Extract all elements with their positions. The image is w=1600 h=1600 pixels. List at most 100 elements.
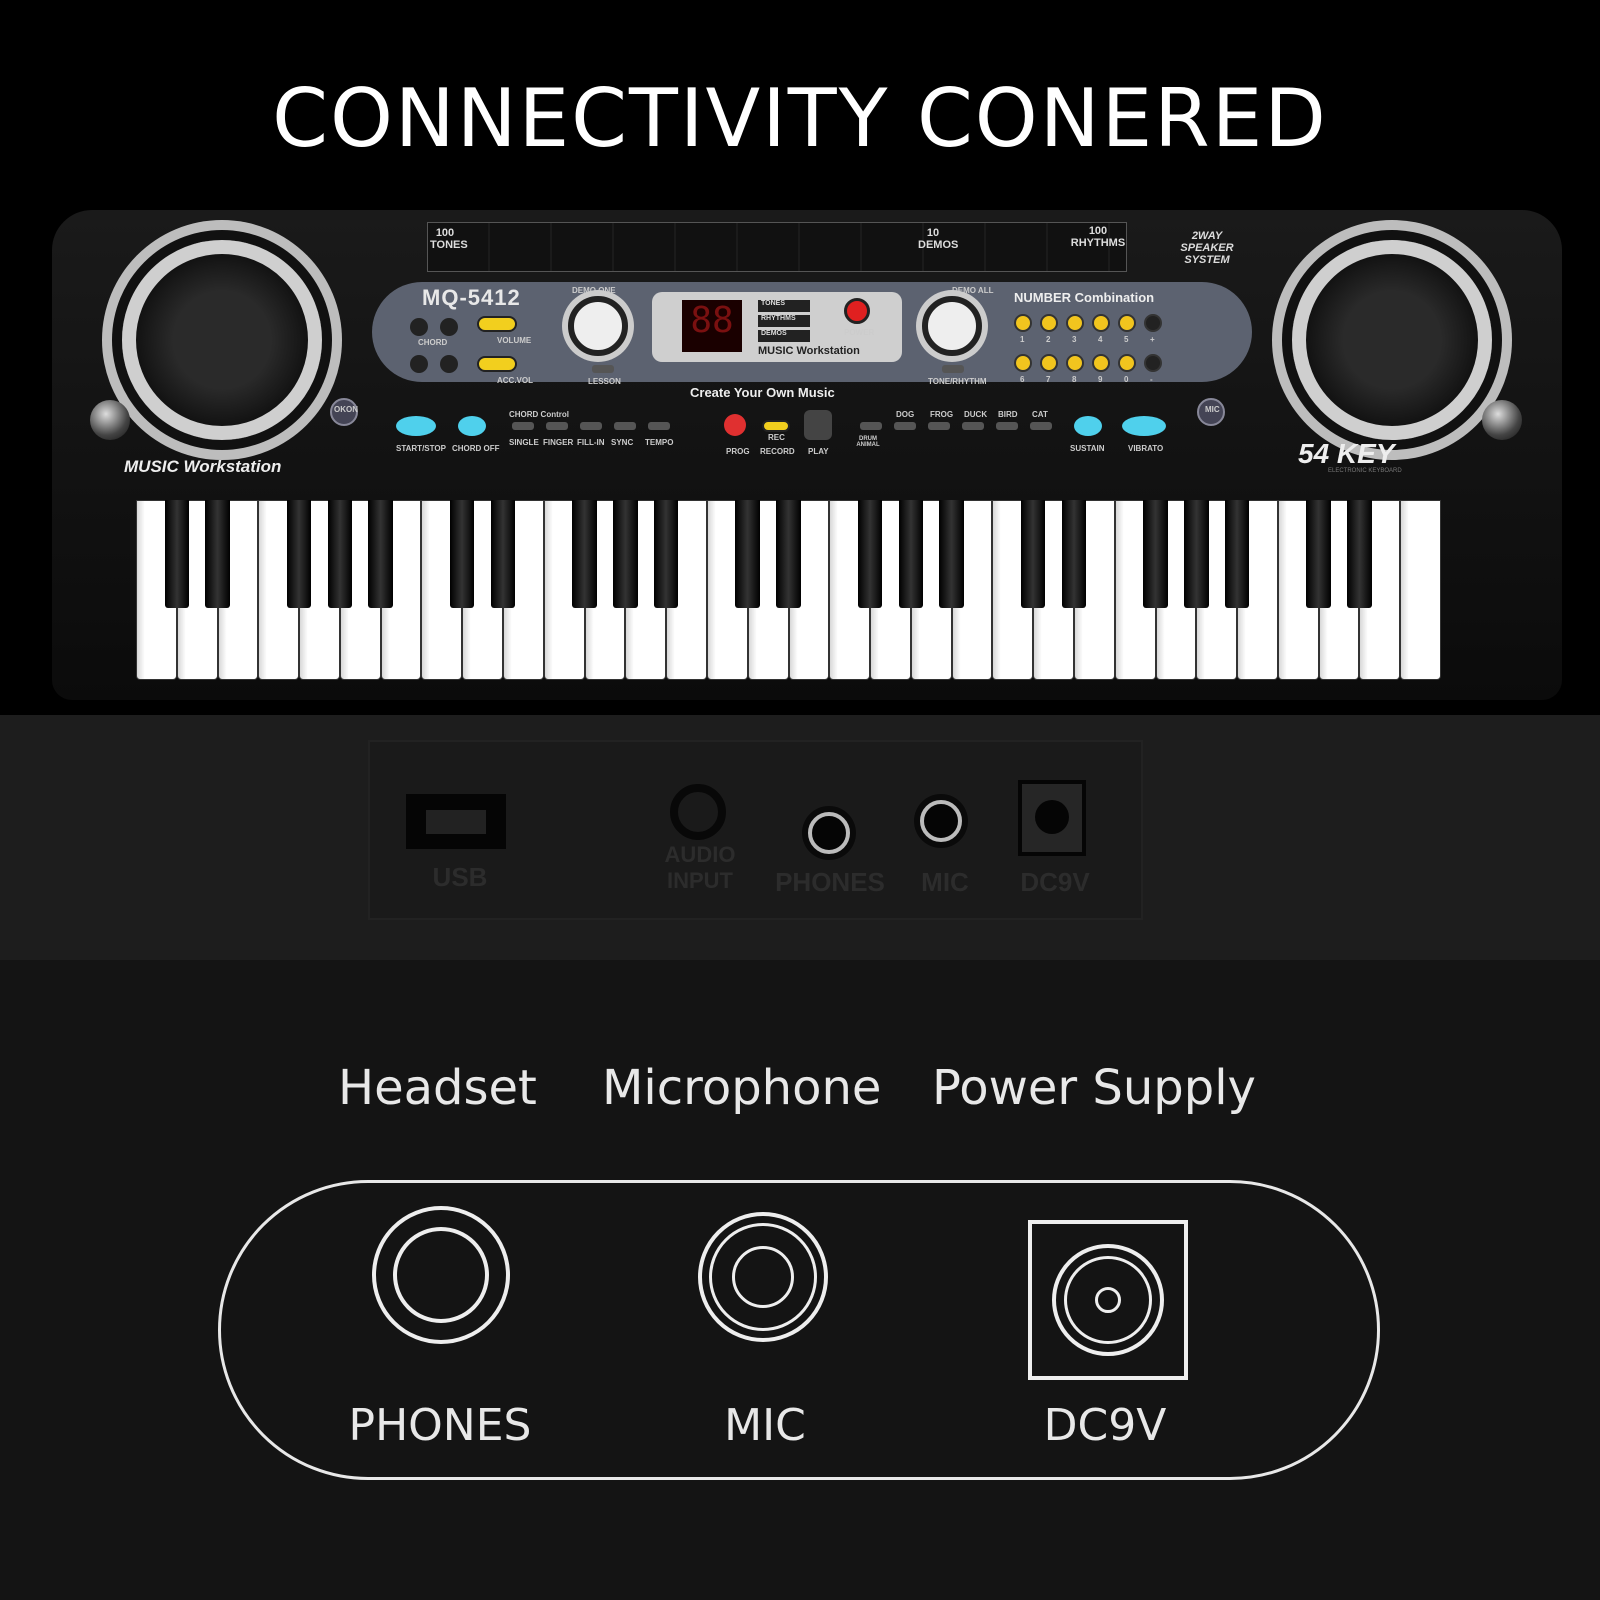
demo-all-label: DEMO ALL xyxy=(952,286,994,295)
chord-off-button[interactable] xyxy=(458,416,486,436)
black-key[interactable] xyxy=(327,500,353,608)
number-label: 6 xyxy=(1020,375,1025,384)
number-button-5[interactable] xyxy=(1118,314,1136,332)
chord-button-4[interactable] xyxy=(440,355,458,373)
black-key[interactable] xyxy=(286,500,312,608)
black-key[interactable] xyxy=(1143,500,1168,608)
black-key[interactable] xyxy=(1184,500,1209,608)
rec-label: REC xyxy=(768,433,785,442)
keyboard-product-image: 100 TONES 10 DEMOS 100 RHYTHMS 2WAY SPEA… xyxy=(52,210,1562,700)
number-label: 8 xyxy=(1072,375,1077,384)
number-button-3[interactable] xyxy=(1066,314,1084,332)
number-button-+[interactable] xyxy=(1144,314,1162,332)
record-label: RECORD xyxy=(760,447,795,456)
animal-button-frog[interactable] xyxy=(928,422,950,430)
number-button-9[interactable] xyxy=(1092,354,1110,372)
tone-rhythm-label: TONE/RHYTHM xyxy=(928,377,987,386)
black-key[interactable] xyxy=(857,500,883,608)
animal-button-cat[interactable] xyxy=(1030,422,1052,430)
brand-label: MUSIC Workstation xyxy=(124,457,282,476)
number-button-8[interactable] xyxy=(1066,354,1084,372)
key-sub-label: ELECTRONIC KEYBOARD xyxy=(1328,468,1402,474)
prog-button[interactable] xyxy=(724,414,746,436)
black-key[interactable] xyxy=(898,500,924,608)
mode-demos: DEMOS xyxy=(758,330,810,342)
chord-button-1[interactable] xyxy=(410,318,428,336)
black-key[interactable] xyxy=(450,500,475,608)
rec-button[interactable] xyxy=(762,420,790,432)
heading-microphone: Microphone xyxy=(602,1060,882,1116)
black-key[interactable] xyxy=(1020,500,1046,608)
chord-mode-button[interactable] xyxy=(614,422,636,430)
animal-label: CAT xyxy=(1032,410,1048,419)
phones-port-icon xyxy=(372,1206,510,1344)
black-key[interactable] xyxy=(735,500,760,608)
animal-button-bird[interactable] xyxy=(996,422,1018,430)
animal-button-duck[interactable] xyxy=(962,422,984,430)
black-key[interactable] xyxy=(490,500,516,608)
black-key[interactable] xyxy=(653,500,679,608)
chord-button-2[interactable] xyxy=(440,318,458,336)
number-label: 4 xyxy=(1098,335,1103,344)
animal-button-dog[interactable] xyxy=(894,422,916,430)
black-key[interactable] xyxy=(1061,500,1087,608)
drum-animal-label: DRUM ANIMAL xyxy=(856,436,880,448)
volume-label: VOLUME xyxy=(497,336,532,345)
number-button-7[interactable] xyxy=(1040,354,1058,372)
chord-button-3[interactable] xyxy=(410,355,428,373)
animal-label: DOG xyxy=(896,410,915,419)
number-button-4[interactable] xyxy=(1092,314,1110,332)
tones-badge: 100 TONES xyxy=(430,227,468,251)
port-label-phones: PHONES xyxy=(348,1400,532,1451)
black-key[interactable] xyxy=(776,500,801,608)
black-key[interactable] xyxy=(368,500,393,608)
black-key[interactable] xyxy=(613,500,638,608)
black-key[interactable] xyxy=(939,500,964,608)
tone-rhythm-button[interactable] xyxy=(942,365,964,373)
number-button-0[interactable] xyxy=(1118,354,1136,372)
volume-button[interactable] xyxy=(477,316,517,332)
usb-port xyxy=(406,794,506,849)
acc-vol-button[interactable] xyxy=(477,356,517,372)
white-key[interactable] xyxy=(1400,500,1441,680)
tone-list-panel: 100 TONES 10 DEMOS 100 RHYTHMS xyxy=(427,222,1127,272)
black-key[interactable] xyxy=(205,500,230,608)
number-button-6[interactable] xyxy=(1014,354,1032,372)
start-stop-button[interactable] xyxy=(396,416,436,436)
sustain-label: SUSTAIN xyxy=(1070,444,1105,453)
animal-label: BIRD xyxy=(998,410,1018,419)
number-button-1[interactable] xyxy=(1014,314,1032,332)
audio-input-label: AUDIO INPUT xyxy=(664,842,736,893)
right-speaker xyxy=(1292,240,1492,440)
black-key[interactable] xyxy=(164,500,190,608)
start-stop-label: START/STOP xyxy=(396,444,446,453)
loop-button[interactable] xyxy=(860,422,882,430)
rhythms-badge: 100 RHYTHMS xyxy=(1070,225,1126,249)
power-button[interactable] xyxy=(844,298,870,324)
black-key[interactable] xyxy=(1224,500,1250,608)
power-label: POWER xyxy=(844,328,875,337)
port-label-mic: MIC xyxy=(724,1400,806,1451)
play-button[interactable] xyxy=(804,410,832,440)
chord-mode-button[interactable] xyxy=(580,422,602,430)
chord-mode-label: FINGER xyxy=(543,438,574,447)
chord-mode-button[interactable] xyxy=(546,422,568,430)
black-key[interactable] xyxy=(1347,500,1372,608)
phones-jack xyxy=(808,812,850,854)
number-button-2[interactable] xyxy=(1040,314,1058,332)
black-key[interactable] xyxy=(1306,500,1331,608)
mic-jack xyxy=(920,800,962,842)
chord-label: CHORD xyxy=(418,338,448,347)
chord-mode-label: SINGLE xyxy=(509,438,539,447)
demo-one-button[interactable] xyxy=(568,296,628,356)
number-button--[interactable] xyxy=(1144,354,1162,372)
vibrato-button[interactable] xyxy=(1122,416,1166,436)
number-label: 5 xyxy=(1124,335,1129,344)
chord-mode-button[interactable] xyxy=(512,422,534,430)
sustain-button[interactable] xyxy=(1074,416,1102,436)
chord-mode-button[interactable] xyxy=(648,422,670,430)
number-label: - xyxy=(1150,375,1153,384)
black-key[interactable] xyxy=(572,500,597,608)
lesson-button[interactable] xyxy=(592,365,614,373)
demo-all-button[interactable] xyxy=(922,296,982,356)
